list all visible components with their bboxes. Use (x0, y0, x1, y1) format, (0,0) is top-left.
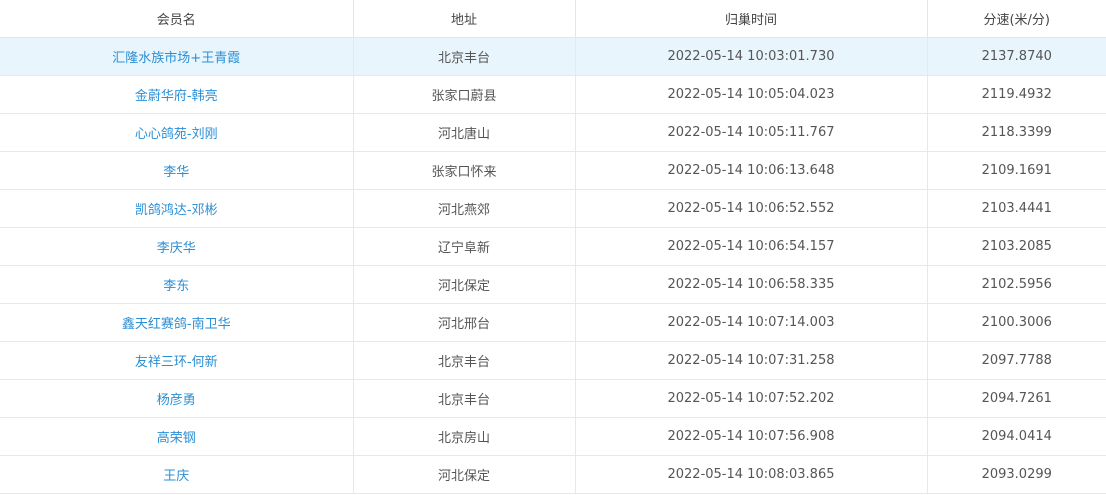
header-row: 会员名 地址 归巢时间 分速(米/分) (0, 0, 1106, 38)
member-link[interactable]: 王庆 (163, 469, 189, 484)
return-time-cell: 2022-05-14 10:07:31.258 (575, 341, 928, 380)
return-time-cell: 2022-05-14 10:07:52.202 (575, 379, 928, 418)
speed-cell: 2103.4441 (927, 189, 1106, 228)
member-cell: 李东 (0, 265, 354, 304)
member-cell: 凯鸽鸿达-邓彬 (0, 189, 354, 228)
return-time-cell: 2022-05-14 10:03:01.730 (575, 37, 928, 76)
address-cell: 河北邢台 (353, 303, 576, 342)
member-cell: 杨彦勇 (0, 379, 354, 418)
column-header-member[interactable]: 会员名 (0, 0, 354, 38)
column-header-return-time[interactable]: 归巢时间 (575, 0, 928, 38)
table-row[interactable]: 鑫天红赛鸽-南卫华 河北邢台 2022-05-14 10:07:14.003 2… (0, 303, 1106, 342)
return-time-cell: 2022-05-14 10:08:03.865 (575, 455, 928, 494)
speed-cell: 2102.5956 (927, 265, 1106, 304)
return-time-cell: 2022-05-14 10:07:56.908 (575, 417, 928, 456)
member-link[interactable]: 李华 (163, 165, 189, 180)
speed-cell: 2118.3399 (927, 113, 1106, 152)
table-row[interactable]: 高荣钢 北京房山 2022-05-14 10:07:56.908 2094.04… (0, 417, 1106, 456)
address-cell: 张家口蔚县 (353, 75, 576, 114)
table-row[interactable]: 金蔚华府-韩亮 张家口蔚县 2022-05-14 10:05:04.023 21… (0, 75, 1106, 114)
member-link[interactable]: 心心鸽苑-刘刚 (135, 127, 218, 142)
address-cell: 北京房山 (353, 417, 576, 456)
member-link[interactable]: 金蔚华府-韩亮 (135, 89, 218, 104)
member-cell: 金蔚华府-韩亮 (0, 75, 354, 114)
table-body: 汇隆水族市场+王青霞 北京丰台 2022-05-14 10:03:01.730 … (0, 37, 1106, 494)
speed-cell: 2097.7788 (927, 341, 1106, 380)
speed-cell: 2109.1691 (927, 151, 1106, 190)
speed-cell: 2094.0414 (927, 417, 1106, 456)
member-cell: 李华 (0, 151, 354, 190)
table-row[interactable]: 李华 张家口怀来 2022-05-14 10:06:13.648 2109.16… (0, 151, 1106, 190)
address-cell: 北京丰台 (353, 341, 576, 380)
address-cell: 河北保定 (353, 455, 576, 494)
member-link[interactable]: 凯鸽鸿达-邓彬 (135, 203, 218, 218)
member-cell: 鑫天红赛鸽-南卫华 (0, 303, 354, 342)
return-time-cell: 2022-05-14 10:05:11.767 (575, 113, 928, 152)
table-header: 会员名 地址 归巢时间 分速(米/分) (0, 0, 1106, 38)
speed-cell: 2137.8740 (927, 37, 1106, 76)
address-cell: 河北唐山 (353, 113, 576, 152)
member-link[interactable]: 李庆华 (157, 241, 196, 256)
member-link[interactable]: 鑫天红赛鸽-南卫华 (122, 317, 231, 332)
address-cell: 张家口怀来 (353, 151, 576, 190)
address-cell: 辽宁阜新 (353, 227, 576, 266)
return-time-cell: 2022-05-14 10:06:54.157 (575, 227, 928, 266)
speed-cell: 2100.3006 (927, 303, 1106, 342)
member-cell: 李庆华 (0, 227, 354, 266)
table-row[interactable]: 凯鸽鸿达-邓彬 河北燕郊 2022-05-14 10:06:52.552 210… (0, 189, 1106, 228)
member-link[interactable]: 友祥三环-何新 (135, 355, 218, 370)
table-row[interactable]: 杨彦勇 北京丰台 2022-05-14 10:07:52.202 2094.72… (0, 379, 1106, 418)
column-header-address[interactable]: 地址 (353, 0, 576, 38)
member-cell: 心心鸽苑-刘刚 (0, 113, 354, 152)
return-time-cell: 2022-05-14 10:06:58.335 (575, 265, 928, 304)
member-link[interactable]: 汇隆水族市场+王青霞 (112, 51, 240, 66)
return-time-cell: 2022-05-14 10:05:04.023 (575, 75, 928, 114)
table-row[interactable]: 友祥三环-何新 北京丰台 2022-05-14 10:07:31.258 209… (0, 341, 1106, 380)
address-cell: 河北保定 (353, 265, 576, 304)
return-time-cell: 2022-05-14 10:06:52.552 (575, 189, 928, 228)
table-row[interactable]: 李庆华 辽宁阜新 2022-05-14 10:06:54.157 2103.20… (0, 227, 1106, 266)
speed-cell: 2103.2085 (927, 227, 1106, 266)
member-link[interactable]: 高荣钢 (157, 431, 196, 446)
address-cell: 河北燕郊 (353, 189, 576, 228)
address-cell: 北京丰台 (353, 379, 576, 418)
member-cell: 友祥三环-何新 (0, 341, 354, 380)
results-table: 会员名 地址 归巢时间 分速(米/分) 汇隆水族市场+王青霞 北京丰台 2022… (0, 0, 1106, 494)
column-header-speed[interactable]: 分速(米/分) (927, 0, 1106, 38)
member-cell: 高荣钢 (0, 417, 354, 456)
member-cell: 汇隆水族市场+王青霞 (0, 37, 354, 76)
return-time-cell: 2022-05-14 10:06:13.648 (575, 151, 928, 190)
speed-cell: 2094.7261 (927, 379, 1106, 418)
table-row[interactable]: 心心鸽苑-刘刚 河北唐山 2022-05-14 10:05:11.767 211… (0, 113, 1106, 152)
member-cell: 王庆 (0, 455, 354, 494)
speed-cell: 2093.0299 (927, 455, 1106, 494)
return-time-cell: 2022-05-14 10:07:14.003 (575, 303, 928, 342)
member-link[interactable]: 杨彦勇 (157, 393, 196, 408)
member-link[interactable]: 李东 (163, 279, 189, 294)
speed-cell: 2119.4932 (927, 75, 1106, 114)
table-row[interactable]: 王庆 河北保定 2022-05-14 10:08:03.865 2093.029… (0, 455, 1106, 494)
table-row[interactable]: 汇隆水族市场+王青霞 北京丰台 2022-05-14 10:03:01.730 … (0, 37, 1106, 76)
address-cell: 北京丰台 (353, 37, 576, 76)
table-row[interactable]: 李东 河北保定 2022-05-14 10:06:58.335 2102.595… (0, 265, 1106, 304)
